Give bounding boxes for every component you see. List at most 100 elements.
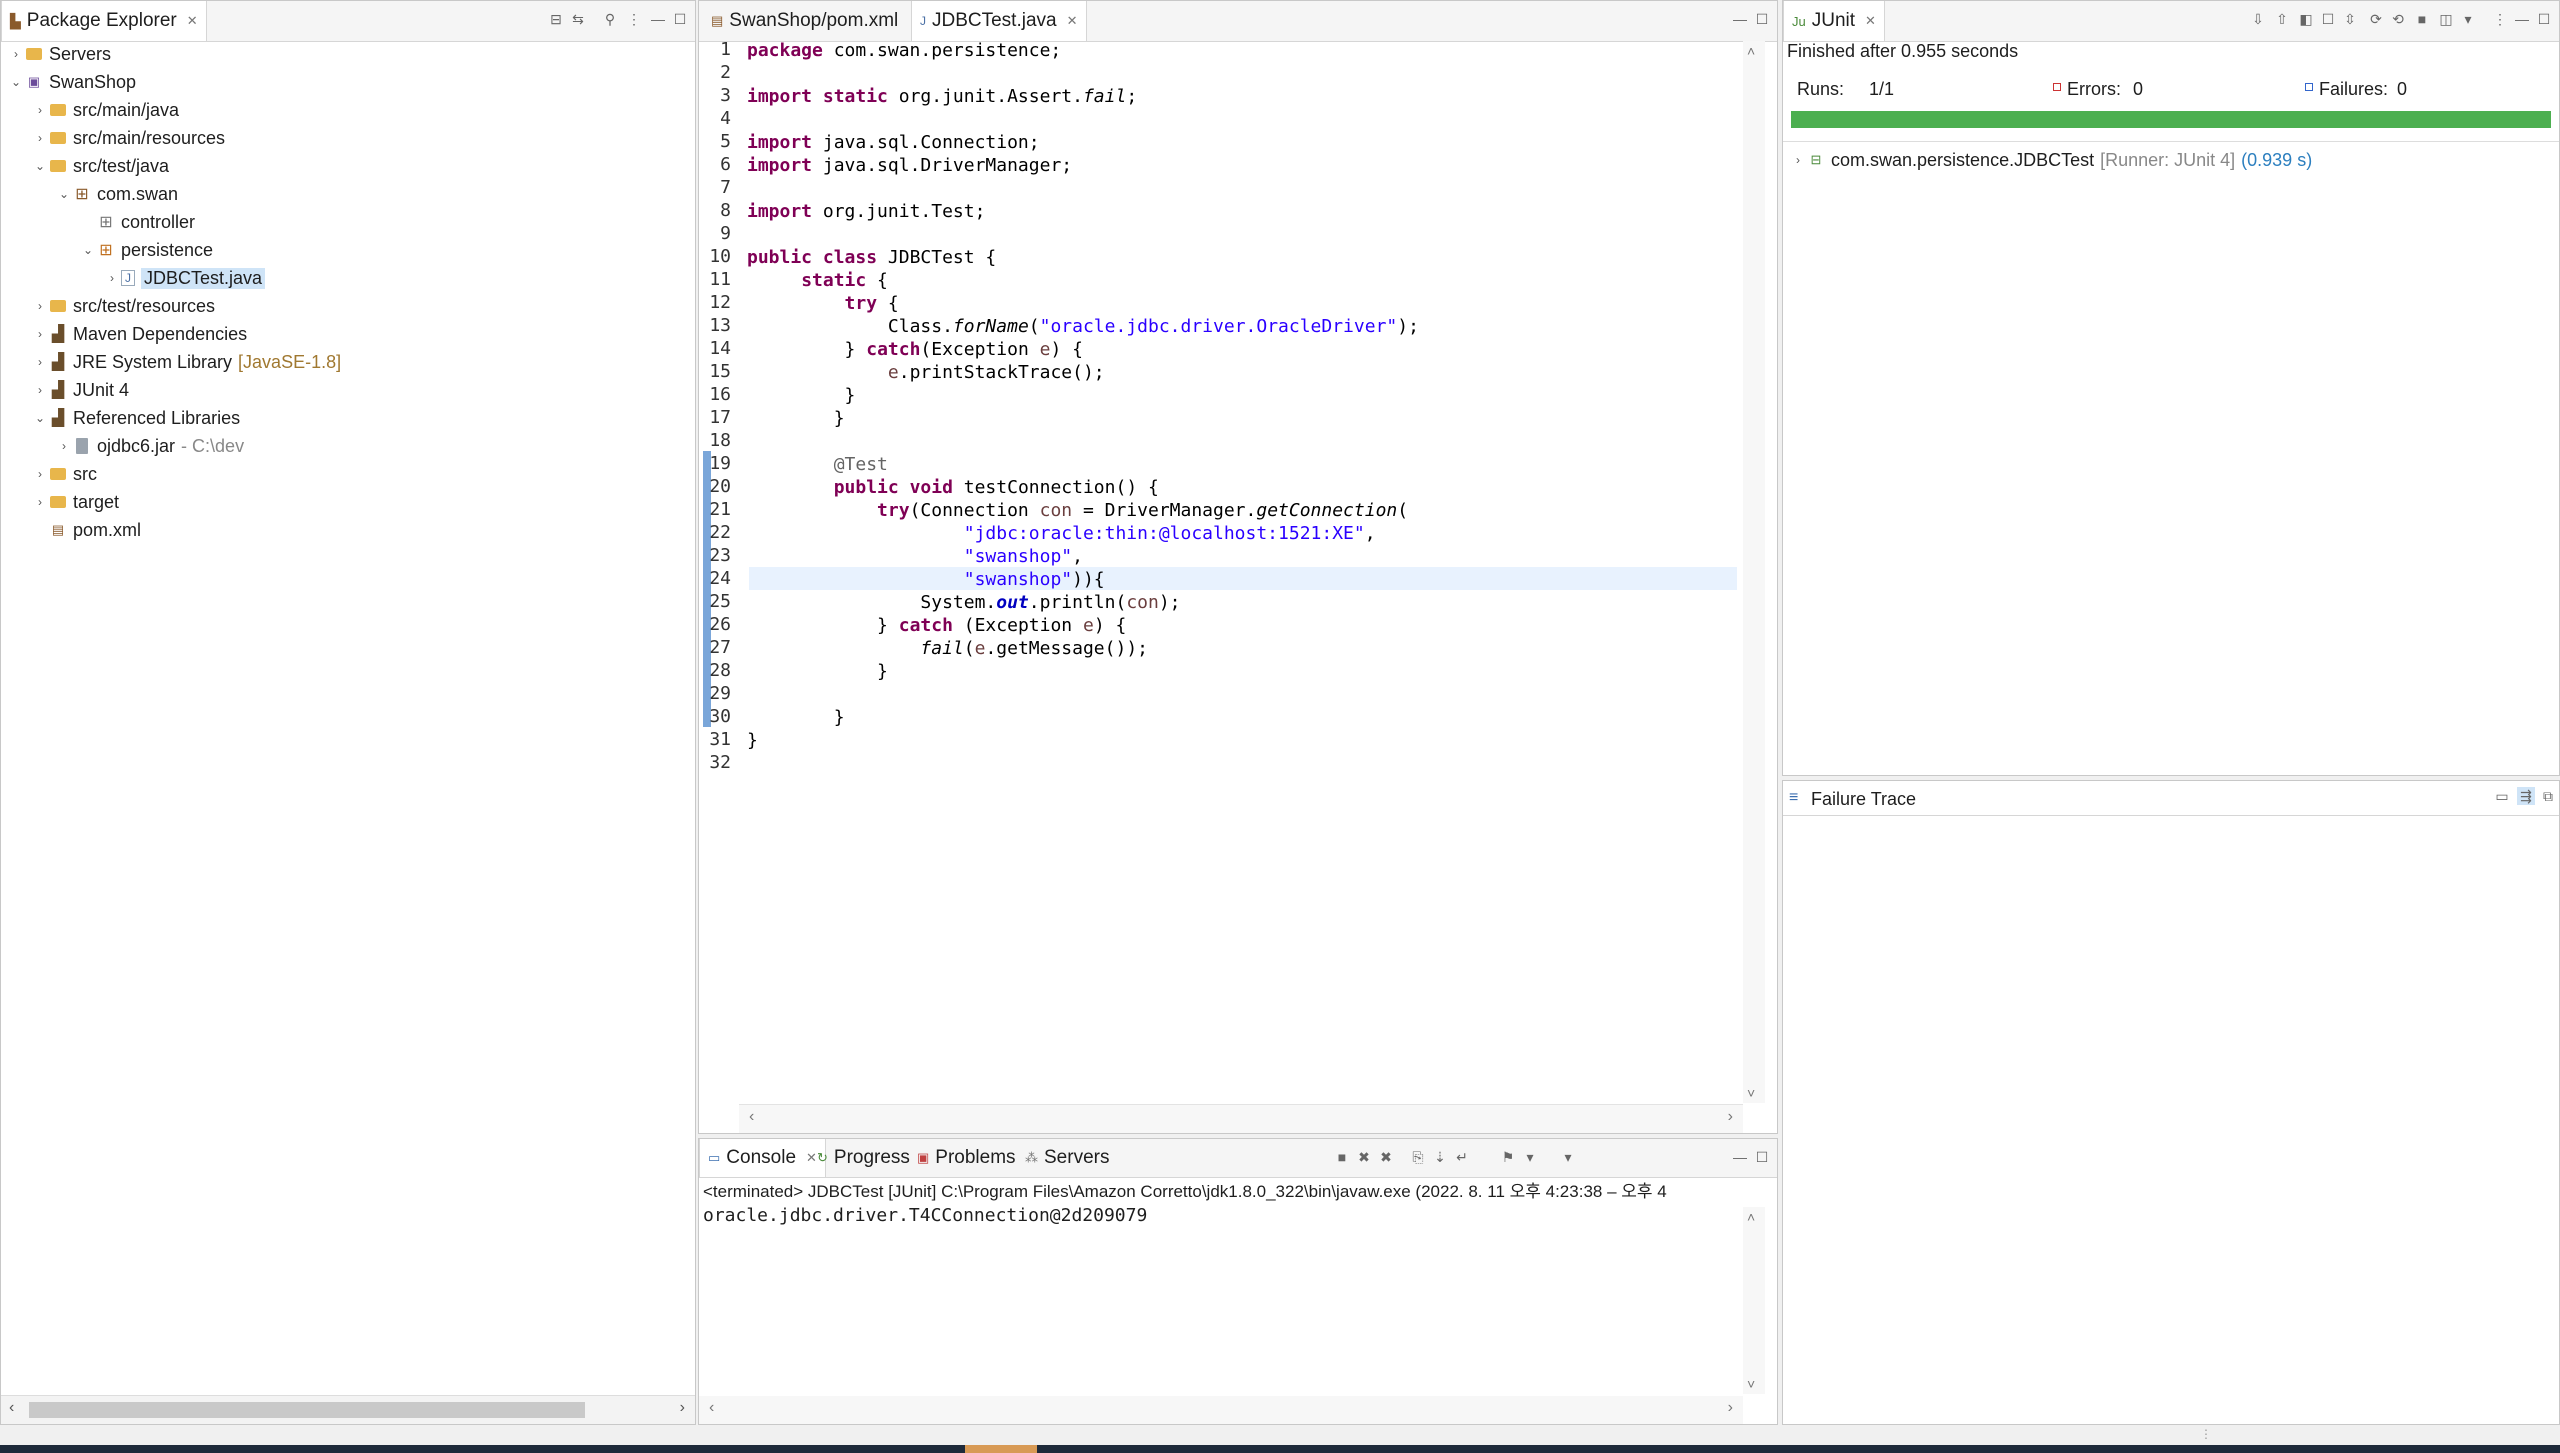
scroll-right-icon[interactable]: ›: [1728, 1399, 1733, 1417]
console-vertical-scrollbar[interactable]: ˄ ˅: [1743, 1207, 1765, 1394]
stop-icon[interactable]: ■: [2413, 10, 2431, 28]
console-horizontal-scrollbar[interactable]: ‹ ›: [699, 1396, 1743, 1424]
maximize-icon[interactable]: ☐: [1753, 10, 1771, 28]
minimize-icon[interactable]: —: [1731, 1148, 1749, 1166]
scroll-lock-icon[interactable]: ⇣: [1431, 1148, 1449, 1166]
editor-horizontal-scrollbar[interactable]: ‹ ›: [739, 1104, 1743, 1133]
chevron-right-icon[interactable]: ›: [55, 439, 73, 453]
scroll-lock-icon[interactable]: ⇳: [2341, 10, 2359, 28]
tree-item-src-main-java[interactable]: › src/main/java: [31, 96, 179, 124]
scroll-up-icon[interactable]: ˄: [1747, 43, 1755, 59]
clear-console-icon[interactable]: ⎘: [1409, 1148, 1427, 1166]
view-menu-icon[interactable]: ⋮: [625, 10, 643, 28]
copy-trace-icon[interactable]: ⧉: [2539, 787, 2557, 805]
chevron-right-icon[interactable]: ›: [31, 467, 49, 481]
tab-problems[interactable]: ▣ Problems: [909, 1139, 1024, 1177]
minimize-icon[interactable]: —: [2513, 10, 2531, 28]
chevron-right-icon[interactable]: ›: [31, 495, 49, 509]
tab-console[interactable]: ▭ Console ✕: [699, 1139, 826, 1177]
test-tree-item[interactable]: › ⊟ com.swan.persistence.JDBCTest [Runne…: [1789, 146, 2312, 174]
tree-item-pom-xml[interactable]: ▤ pom.xml: [31, 516, 141, 544]
chevron-right-icon[interactable]: ›: [1789, 153, 1807, 167]
tab-servers[interactable]: ⁂ Servers: [1017, 1139, 1117, 1177]
chevron-right-icon[interactable]: ›: [31, 327, 49, 341]
collapse-all-icon[interactable]: ⊟: [547, 10, 565, 28]
scroll-right-icon[interactable]: ›: [1728, 1108, 1733, 1126]
scroll-left-icon[interactable]: ‹: [749, 1108, 754, 1126]
tree-item-junit4[interactable]: › ▟ JUnit 4: [31, 376, 129, 404]
history-dropdown-icon[interactable]: ▾: [2459, 10, 2477, 28]
scroll-right-icon[interactable]: ›: [680, 1399, 685, 1417]
chevron-down-icon[interactable]: ⌄: [31, 411, 49, 425]
tree-item-src[interactable]: › src: [31, 460, 97, 488]
chevron-down-icon[interactable]: ⌄: [7, 75, 25, 89]
close-icon[interactable]: ✕: [1067, 13, 1078, 29]
pin-console-icon[interactable]: ⚑: [1499, 1148, 1517, 1166]
next-failure-icon[interactable]: ⇩: [2249, 10, 2267, 28]
minimize-icon[interactable]: —: [1731, 10, 1749, 28]
previous-failure-icon[interactable]: ⇧: [2273, 10, 2291, 28]
compare-results-icon[interactable]: ▭: [2493, 787, 2511, 805]
scroll-left-icon[interactable]: ‹: [709, 1399, 714, 1417]
scrollbar-thumb[interactable]: [29, 1402, 585, 1418]
view-menu-icon[interactable]: ⋮: [2491, 10, 2509, 28]
tree-item-jre-system-library[interactable]: › ▟ JRE System Library [JavaSE-1.8]: [31, 348, 341, 376]
tree-item-src-main-resources[interactable]: › src/main/resources: [31, 124, 225, 152]
chevron-right-icon[interactable]: ›: [31, 299, 49, 313]
open-console-icon[interactable]: ▾: [1559, 1148, 1577, 1166]
scroll-down-icon[interactable]: ˅: [1747, 1085, 1755, 1101]
scroll-down-icon[interactable]: ˅: [1747, 1376, 1755, 1392]
horizontal-scrollbar[interactable]: ‹ ›: [1, 1395, 695, 1424]
tab-progress[interactable]: ↻ Progress: [809, 1139, 918, 1177]
scroll-left-icon[interactable]: ‹: [9, 1399, 14, 1417]
tab-pom-xml[interactable]: ▤ SwanShop/pom.xml: [703, 1, 906, 41]
tree-item-controller[interactable]: ⊞ controller: [79, 208, 195, 236]
rerun-icon[interactable]: ⟳: [2367, 10, 2385, 28]
scroll-up-icon[interactable]: ˄: [1747, 1209, 1755, 1225]
editor-vertical-scrollbar[interactable]: ˄ ˅: [1743, 41, 1765, 1103]
console-output[interactable]: oracle.jdbc.driver.T4CConnection@2d20907…: [703, 1205, 1147, 1226]
close-icon[interactable]: ✕: [187, 13, 198, 29]
minimize-icon[interactable]: —: [649, 10, 667, 28]
chevron-right-icon[interactable]: ›: [31, 103, 49, 117]
show-failures-only-icon[interactable]: ◧: [2297, 10, 2315, 28]
chevron-right-icon[interactable]: ›: [103, 271, 121, 285]
code-area[interactable]: package com.swan.persistence; import sta…: [699, 39, 1739, 1103]
tree-item-servers[interactable]: › Servers: [7, 40, 111, 68]
tree-item-referenced-libraries[interactable]: ⌄ ▟ Referenced Libraries: [31, 404, 240, 432]
maximize-icon[interactable]: ☐: [671, 10, 689, 28]
display-console-icon[interactable]: ▾: [1521, 1148, 1539, 1166]
filter-icon[interactable]: ⚲: [601, 10, 619, 28]
tree-item-com-swan[interactable]: ⌄ ⊞ com.swan: [55, 180, 178, 208]
tree-item-jdbctest-java[interactable]: › J JDBCTest.java: [103, 264, 266, 292]
tab-package-explorer[interactable]: ▙ Package Explorer ✕: [1, 1, 207, 41]
tree-item-swanshop[interactable]: ⌄ ▣ SwanShop: [7, 68, 136, 96]
terminate-icon[interactable]: ■: [1333, 1148, 1351, 1166]
chevron-right-icon[interactable]: ›: [31, 131, 49, 145]
chevron-right-icon[interactable]: ›: [31, 383, 49, 397]
history-icon[interactable]: ◫: [2437, 10, 2455, 28]
chevron-down-icon[interactable]: ⌄: [55, 187, 73, 201]
chevron-right-icon[interactable]: ›: [7, 47, 25, 61]
tab-jdbctest-java[interactable]: J JDBCTest.java ✕: [911, 1, 1087, 41]
chevron-down-icon[interactable]: ⌄: [79, 243, 97, 257]
link-with-editor-icon[interactable]: ⇆: [569, 10, 587, 28]
tree-item-maven-dependencies[interactable]: › ▟ Maven Dependencies: [31, 320, 247, 348]
remove-launch-icon[interactable]: ✖: [1355, 1148, 1373, 1166]
chevron-down-icon[interactable]: ⌄: [31, 159, 49, 173]
maximize-icon[interactable]: ☐: [2535, 10, 2553, 28]
tree-item-target[interactable]: › target: [31, 488, 119, 516]
close-icon[interactable]: ✕: [1865, 13, 1876, 29]
tree-item-ojdbc6-jar[interactable]: › ojdbc6.jar - C:\dev: [55, 432, 244, 460]
remove-all-icon[interactable]: ✖: [1377, 1148, 1395, 1166]
show-skipped-icon[interactable]: ☐: [2319, 10, 2337, 28]
maximize-icon[interactable]: ☐: [1753, 1148, 1771, 1166]
rerun-failed-icon[interactable]: ⟲: [2389, 10, 2407, 28]
tree-item-src-test-java[interactable]: ⌄ src/test/java: [31, 152, 169, 180]
tab-junit[interactable]: Ju JUnit ✕: [1783, 1, 1885, 41]
taskbar-active-item[interactable]: [965, 1445, 1037, 1453]
word-wrap-icon[interactable]: ↵: [1453, 1148, 1471, 1166]
tree-item-src-test-resources[interactable]: › src/test/resources: [31, 292, 215, 320]
filter-stack-trace-icon[interactable]: ⇶: [2517, 787, 2535, 805]
chevron-right-icon[interactable]: ›: [31, 355, 49, 369]
